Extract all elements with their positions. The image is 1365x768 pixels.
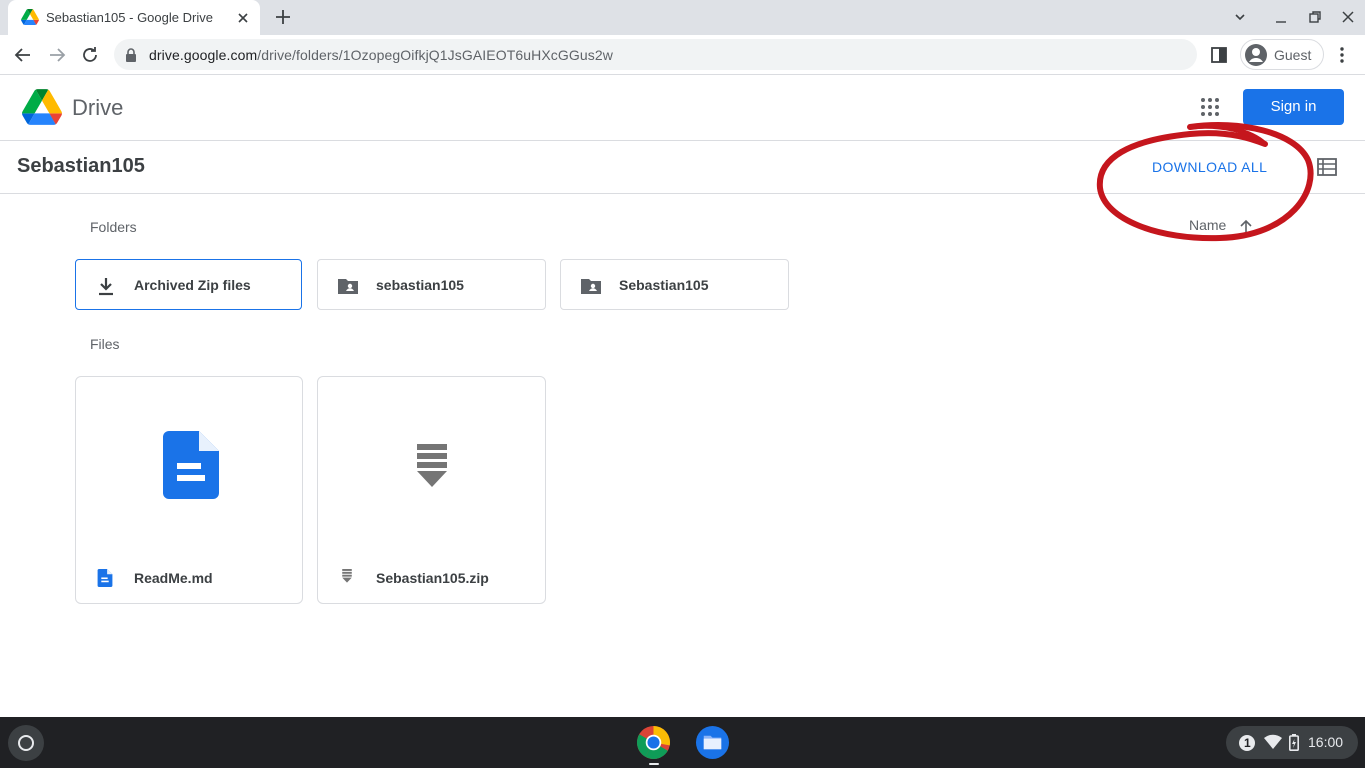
product-name[interactable]: Drive <box>72 95 123 121</box>
browser-tab[interactable]: Sebastian105 - Google Drive <box>8 0 260 35</box>
download-all-button[interactable]: DOWNLOAD ALL <box>1152 159 1267 175</box>
file-preview <box>76 377 302 552</box>
back-icon[interactable] <box>11 43 35 67</box>
tab-search-chevron-icon[interactable] <box>1231 8 1249 26</box>
folder-card-archived-zip-files[interactable]: Archived Zip files <box>75 259 302 310</box>
files-app-icon[interactable] <box>695 725 730 760</box>
download-icon <box>94 274 118 298</box>
browser-toolbar: drive.google.com/drive/folders/1OzopegOi… <box>0 35 1365 75</box>
folder-title-bar: Sebastian105 DOWNLOAD ALL <box>0 141 1365 194</box>
sort-label[interactable]: Name <box>1189 217 1226 233</box>
clock: 16:00 <box>1308 734 1344 750</box>
avatar-icon <box>1244 43 1268 67</box>
file-card-sebastian105-zip[interactable]: Sebastian105.zip <box>317 376 546 604</box>
notification-badge[interactable]: 1 <box>1238 734 1256 752</box>
folder-card-sebastian105-lower[interactable]: sebastian105 <box>317 259 546 310</box>
file-name: Sebastian105.zip <box>376 570 489 586</box>
folders-section-label: Folders <box>90 219 137 235</box>
restore-icon[interactable] <box>1306 8 1324 26</box>
lock-icon[interactable] <box>125 48 137 62</box>
browser-menu-icon[interactable] <box>1330 43 1354 67</box>
minimize-icon[interactable] <box>1272 8 1290 26</box>
shared-folder-icon <box>579 274 603 298</box>
file-card-readme[interactable]: ReadMe.md <box>75 376 303 604</box>
apps-grid-icon[interactable] <box>1198 95 1222 119</box>
doc-icon <box>96 569 114 587</box>
address-bar[interactable]: drive.google.com/drive/folders/1OzopegOi… <box>114 39 1197 70</box>
battery-icon <box>1289 734 1299 751</box>
forward-icon[interactable] <box>45 43 69 67</box>
files-section-label: Files <box>90 336 120 352</box>
reload-icon[interactable] <box>78 43 102 67</box>
tab-strip: Sebastian105 - Google Drive <box>0 0 1365 35</box>
profile-label: Guest <box>1274 47 1312 63</box>
drive-favicon-icon <box>21 9 39 25</box>
folder-name: Archived Zip files <box>134 277 251 293</box>
close-window-icon[interactable] <box>1339 8 1357 26</box>
profile-button[interactable]: Guest <box>1240 39 1324 70</box>
page-title: Sebastian105 <box>17 155 145 177</box>
url-text[interactable]: drive.google.com/drive/folders/1OzopegOi… <box>149 47 613 63</box>
zip-icon <box>417 444 447 488</box>
folder-name: Sebastian105 <box>619 277 709 293</box>
new-tab-icon[interactable] <box>272 6 294 28</box>
tab-title: Sebastian105 - Google Drive <box>46 10 213 25</box>
file-name: ReadMe.md <box>134 570 213 586</box>
drive-logo-icon[interactable] <box>22 89 62 125</box>
file-preview <box>318 377 545 552</box>
folder-name: sebastian105 <box>376 277 464 293</box>
drive-header: Drive Sign in <box>0 75 1365 141</box>
sort-ascending-icon[interactable] <box>1238 218 1254 234</box>
wifi-icon <box>1264 734 1282 750</box>
close-tab-icon[interactable] <box>234 9 252 27</box>
notification-count: 1 <box>1244 736 1251 750</box>
shared-folder-icon <box>336 274 360 298</box>
sign-in-button[interactable]: Sign in <box>1243 89 1344 125</box>
status-tray[interactable]: 1 16:00 <box>1226 726 1358 759</box>
launcher-icon[interactable] <box>8 725 44 761</box>
doc-icon <box>163 431 219 499</box>
os-shelf: 1 16:00 <box>0 717 1365 768</box>
folder-card-sebastian105-upper[interactable]: Sebastian105 <box>560 259 789 310</box>
chrome-app-icon[interactable] <box>636 725 671 765</box>
zip-icon <box>342 569 360 587</box>
side-panel-icon[interactable] <box>1207 43 1231 67</box>
list-view-icon[interactable] <box>1316 156 1338 178</box>
